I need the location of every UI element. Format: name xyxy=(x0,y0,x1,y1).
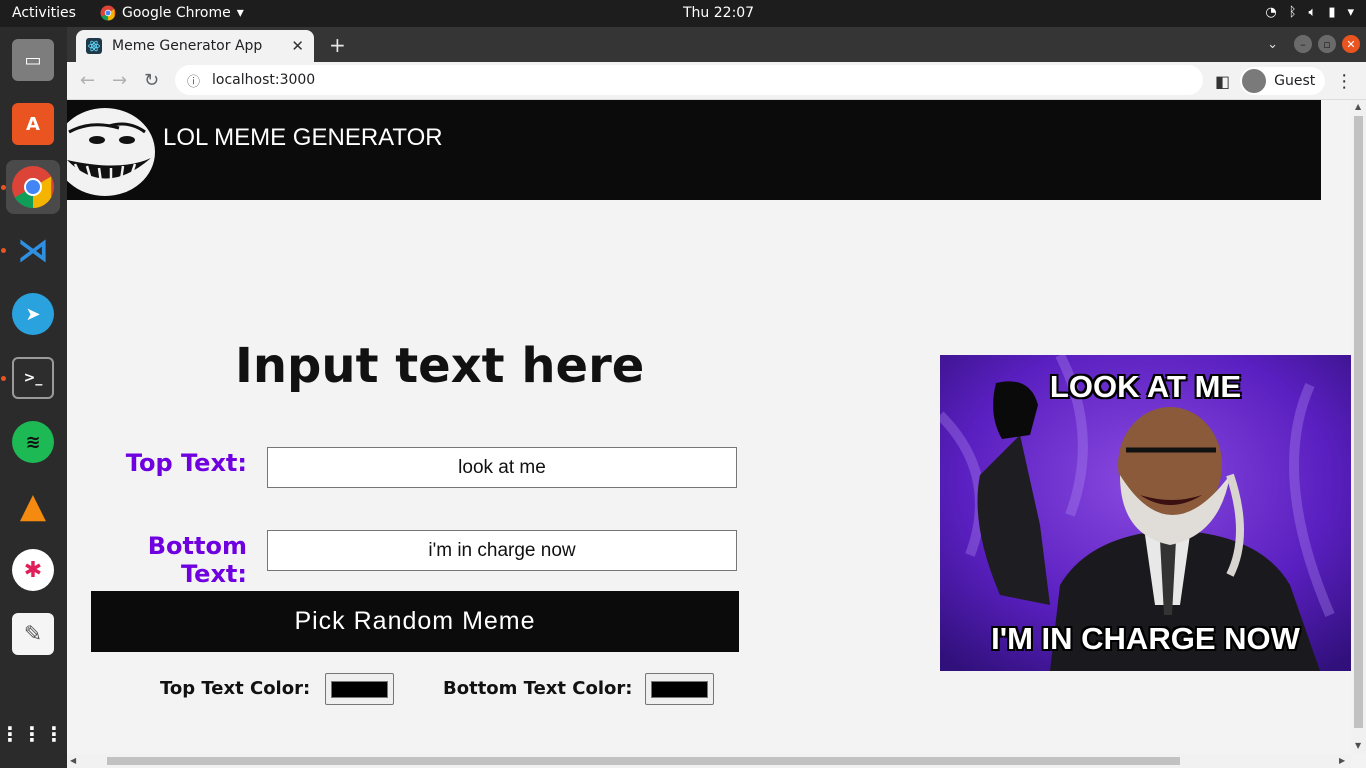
spotify-icon: ≋ xyxy=(12,421,54,463)
dock-spotify[interactable]: ≋ xyxy=(6,415,60,469)
meme-top-caption: LOOK AT ME xyxy=(1049,369,1242,404)
top-text-label: Top Text: xyxy=(125,449,247,477)
chevron-down-icon: ▾ xyxy=(1347,5,1354,20)
dock-vscode[interactable]: ⋊ xyxy=(6,223,60,277)
browser-toolbar: ← → ↻ ⓘ localhost:3000 ◧ Guest ⋮ xyxy=(67,62,1366,100)
bottom-text-color-label: Bottom Text Color: xyxy=(443,678,633,699)
system-top-bar: Activities Google Chrome ▾ Thu 22:07 ◔ ᛒ… xyxy=(0,0,1366,27)
color-swatch xyxy=(331,680,388,698)
chrome-icon xyxy=(12,166,54,208)
shopping-bag-icon: A xyxy=(12,103,54,145)
wifi-icon: ◔ xyxy=(1265,5,1277,20)
kebab-menu-icon[interactable]: ⋮ xyxy=(1335,71,1353,92)
close-window-button[interactable]: ✕ xyxy=(1342,35,1360,53)
forward-arrow-icon[interactable]: → xyxy=(112,70,127,91)
dock-terminal[interactable]: >_ xyxy=(6,351,60,405)
tab-meme-generator[interactable]: Meme Generator App ✕ xyxy=(76,30,314,62)
minimize-button[interactable]: – xyxy=(1294,35,1312,53)
page-viewport: LOL MEME GENERATOR Input text here Top T… xyxy=(67,100,1351,754)
profile-label: Guest xyxy=(1274,73,1316,89)
maximize-button[interactable]: ▫ xyxy=(1318,35,1336,53)
paper-plane-icon: ➤ xyxy=(12,293,54,335)
app-menu[interactable]: Google Chrome ▾ xyxy=(100,5,244,21)
activities-button[interactable]: Activities xyxy=(12,5,76,21)
bottom-text-input[interactable] xyxy=(267,530,737,571)
input-heading: Input text here xyxy=(235,338,645,394)
bottom-text-color-picker[interactable] xyxy=(645,673,714,705)
chrome-icon xyxy=(100,5,116,21)
notepad-icon: ✎ xyxy=(12,613,54,655)
dock-text-editor[interactable]: ✎ xyxy=(6,607,60,661)
pick-random-meme-button[interactable]: Pick Random Meme xyxy=(91,591,739,652)
window-controls: ⌄ – ▫ ✕ xyxy=(1267,35,1360,53)
scroll-down-icon[interactable]: ▼ xyxy=(1355,741,1361,750)
horizontal-scrollbar[interactable]: ◀ ▶ xyxy=(67,754,1351,768)
tab-search-icon[interactable]: ⌄ xyxy=(1267,37,1278,52)
volume-icon: 🔈︎ xyxy=(1308,5,1317,20)
vscode-icon: ⋊ xyxy=(12,229,54,271)
show-applications-button[interactable]: ⋮⋮⋮ xyxy=(0,707,66,761)
dock: ▭ A ⋊ ➤ >_ ≋ ▲ ✱ ✎ ⋮⋮⋮ xyxy=(0,27,67,768)
scroll-right-icon[interactable]: ▶ xyxy=(1339,756,1345,765)
reload-icon[interactable]: ↻ xyxy=(144,70,159,91)
react-icon xyxy=(86,38,102,54)
info-icon[interactable]: ⓘ xyxy=(187,71,200,90)
site-title: LOL MEME GENERATOR xyxy=(163,124,443,151)
scroll-left-icon[interactable]: ◀ xyxy=(70,756,76,765)
scroll-up-icon[interactable]: ▲ xyxy=(1355,102,1361,111)
new-tab-button[interactable]: + xyxy=(329,33,346,57)
traffic-cone-icon: ▲ xyxy=(19,486,47,526)
bluetooth-icon: ᛒ xyxy=(1288,5,1297,20)
grid-icon: ⋮⋮⋮ xyxy=(0,722,66,746)
bottom-text-label: Bottom Text: xyxy=(147,532,247,588)
site-header: LOL MEME GENERATOR xyxy=(67,100,1321,200)
clock[interactable]: Thu 22:07 xyxy=(683,5,754,21)
dock-slack[interactable]: ✱ xyxy=(6,543,60,597)
profile-button[interactable]: Guest xyxy=(1240,67,1326,95)
avatar xyxy=(1242,69,1267,93)
tab-title: Meme Generator App xyxy=(112,38,263,54)
app-menu-label: Google Chrome xyxy=(122,5,231,21)
battery-icon: ▮ xyxy=(1328,5,1336,20)
top-text-color-label: Top Text Color: xyxy=(160,678,311,699)
dock-files[interactable]: ▭ xyxy=(6,33,60,87)
slack-icon: ✱ xyxy=(12,549,54,591)
dock-software[interactable]: A xyxy=(6,97,60,151)
color-swatch xyxy=(651,680,708,698)
address-bar[interactable]: ⓘ localhost:3000 xyxy=(175,65,1203,95)
meme-preview: LOOK AT ME I'M IN CHARGE NOW xyxy=(940,355,1351,671)
horizontal-scroll-thumb[interactable] xyxy=(107,757,1180,765)
close-tab-icon[interactable]: ✕ xyxy=(291,37,304,55)
system-tray[interactable]: ◔ ᛒ 🔈︎ ▮ ▾ xyxy=(1265,5,1354,20)
vertical-scroll-thumb[interactable] xyxy=(1354,116,1363,728)
top-text-color-picker[interactable] xyxy=(325,673,394,705)
back-arrow-icon[interactable]: ← xyxy=(80,70,95,91)
dock-telegram[interactable]: ➤ xyxy=(6,287,60,341)
file-cabinet-icon: ▭ xyxy=(12,39,54,81)
meme-bottom-caption: I'M IN CHARGE NOW xyxy=(991,621,1300,656)
top-text-input[interactable] xyxy=(267,447,737,488)
url-text: localhost:3000 xyxy=(212,72,316,88)
side-panel-icon[interactable]: ◧ xyxy=(1215,72,1230,91)
toolbar-actions: ◧ Guest ⋮ xyxy=(1215,67,1353,95)
dock-vlc[interactable]: ▲ xyxy=(6,479,60,533)
troll-face-logo xyxy=(67,108,155,196)
vertical-scrollbar[interactable]: ▲ ▼ xyxy=(1351,100,1366,754)
terminal-icon: >_ xyxy=(12,357,54,399)
tab-strip: Meme Generator App ✕ + ⌄ – ▫ ✕ xyxy=(67,27,1366,62)
dock-chrome[interactable] xyxy=(6,160,60,214)
chevron-down-icon: ▾ xyxy=(236,5,244,21)
